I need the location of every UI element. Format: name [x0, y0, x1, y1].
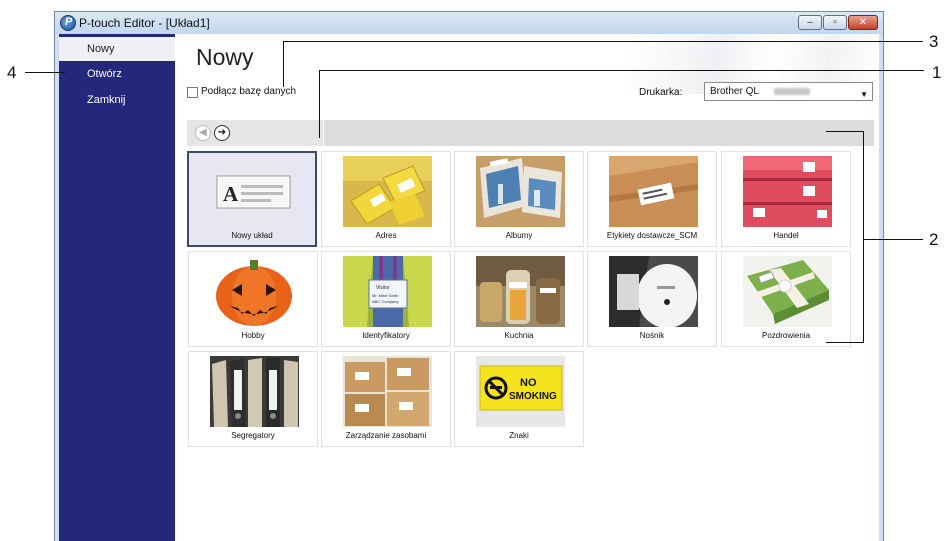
template-label: Hobby — [241, 331, 265, 340]
template-tile-ids[interactable]: Visitor Mr. Mike Smith ABC Company Ident… — [321, 251, 451, 347]
callout-2-bracket — [826, 342, 864, 343]
callout-4: 4 — [7, 63, 17, 82]
callout-2-bracket — [863, 131, 864, 343]
svg-text:Visitor: Visitor — [376, 285, 390, 291]
callout-1-leader — [319, 70, 320, 138]
binders-photo — [210, 356, 299, 427]
svg-text:Mr. Mike Smith: Mr. Mike Smith — [372, 293, 398, 298]
template-label: Etykiety dostawcze_SCM — [606, 231, 698, 240]
sidebar: Nowy Otwórz Zamknij — [59, 34, 175, 541]
template-tile-retail[interactable]: Handel — [721, 151, 851, 247]
callout-3-leader — [283, 41, 284, 87]
sidebar-item-new[interactable]: Nowy — [59, 37, 175, 61]
page-title: Nowy — [196, 44, 254, 70]
shipping-box-photo — [609, 156, 698, 227]
connect-database-label[interactable]: Podłącz bazę danych — [201, 86, 296, 97]
media-disc-photo — [609, 256, 698, 327]
category-header-bar — [324, 120, 874, 146]
app-window: P P-touch Editor - [Układ1] – ▫ ✕ Nowy O… — [54, 11, 884, 541]
svg-text:SMOKING: SMOKING — [509, 391, 557, 402]
template-label: Zarządzanie zasobami — [345, 431, 427, 440]
asset-boxes-photo — [343, 356, 432, 427]
close-button[interactable]: ✕ — [848, 15, 878, 30]
template-label: Pozdrowienia — [761, 331, 811, 340]
dropdown-arrow-icon: ▼ — [860, 90, 868, 99]
callout-4-leader — [25, 72, 65, 73]
svg-text:A: A — [223, 182, 239, 206]
navigation-bar: ◀ ➔ — [187, 120, 323, 146]
template-label: Nowy układ — [231, 231, 273, 240]
album-photo — [476, 156, 565, 227]
callout-1: 1 — [932, 63, 942, 82]
printer-select[interactable]: Brother QL ▼ — [704, 82, 873, 101]
retail-photo — [743, 156, 832, 227]
svg-text:ABC Company: ABC Company — [372, 299, 398, 304]
printer-label: Drukarka: — [639, 87, 683, 98]
callout-3: 3 — [929, 32, 939, 51]
template-label: Nośnik — [639, 331, 665, 340]
template-tile-hobby[interactable]: Hobby — [188, 251, 318, 347]
back-arrow-icon[interactable]: ◀ — [195, 125, 211, 141]
kitchen-jars-photo — [476, 256, 565, 327]
printer-model-redacted — [774, 88, 810, 95]
svg-text:NO: NO — [520, 377, 537, 389]
callout-2-leader — [863, 239, 923, 240]
pumpkin-photo — [210, 256, 299, 327]
template-tile-signs[interactable]: NO SMOKING Znaki — [454, 351, 584, 447]
printer-value: Brother QL — [710, 86, 759, 97]
template-label: Albumy — [505, 231, 533, 240]
sidebar-item-close[interactable]: Zamknij — [59, 88, 175, 112]
main-content: Nowy Podłącz bazę danych Drukarka: Broth… — [175, 34, 879, 541]
forward-arrow-icon[interactable]: ➔ — [214, 125, 230, 141]
callout-2-bracket — [826, 131, 864, 132]
visitor-badge-photo: Visitor Mr. Mike Smith ABC Company — [343, 256, 432, 327]
address-labels-photo — [343, 156, 432, 227]
template-label: Identyfikatory — [362, 331, 410, 340]
template-tile-new-layout[interactable]: A Nowy układ — [187, 151, 317, 247]
template-tile-binders[interactable]: Segregatory — [188, 351, 318, 447]
template-label: Znaki — [509, 431, 529, 440]
template-tile-address[interactable]: Adres — [321, 151, 451, 247]
title-bar: P P-touch Editor - [Układ1] – ▫ ✕ — [55, 12, 883, 34]
template-tile-kitchen[interactable]: Kuchnia — [454, 251, 584, 347]
window-title: P-touch Editor - [Układ1] — [79, 16, 210, 30]
template-tile-media[interactable]: Nośnik — [587, 251, 717, 347]
maximize-button[interactable]: ▫ — [823, 15, 847, 30]
template-tile-greetings[interactable]: Pozdrowienia — [721, 251, 851, 347]
document-figure: 3 1 4 2 P P-touch Editor - [Układ1] – ▫ … — [0, 0, 948, 541]
callout-2: 2 — [929, 230, 939, 249]
template-label: Kuchnia — [504, 331, 534, 340]
p-touch-app-icon: P — [60, 15, 76, 31]
gift-photo — [743, 256, 832, 327]
callout-1-leader — [319, 70, 924, 71]
template-tile-assets[interactable]: Zarządzanie zasobami — [321, 351, 451, 447]
template-tile-shipping[interactable]: Etykiety dostawcze_SCM — [587, 151, 717, 247]
template-tile-albums[interactable]: Albumy — [454, 151, 584, 247]
no-smoking-sign-photo: NO SMOKING — [476, 356, 565, 427]
template-label: Handel — [773, 231, 799, 240]
minimize-button[interactable]: – — [798, 15, 822, 30]
callout-3-leader — [283, 41, 923, 42]
template-label: Segregatory — [231, 431, 275, 440]
new-layout-icon: A — [209, 156, 298, 227]
sidebar-item-open[interactable]: Otwórz — [59, 62, 175, 86]
template-label: Adres — [375, 231, 397, 240]
connect-database-checkbox[interactable] — [187, 87, 198, 98]
